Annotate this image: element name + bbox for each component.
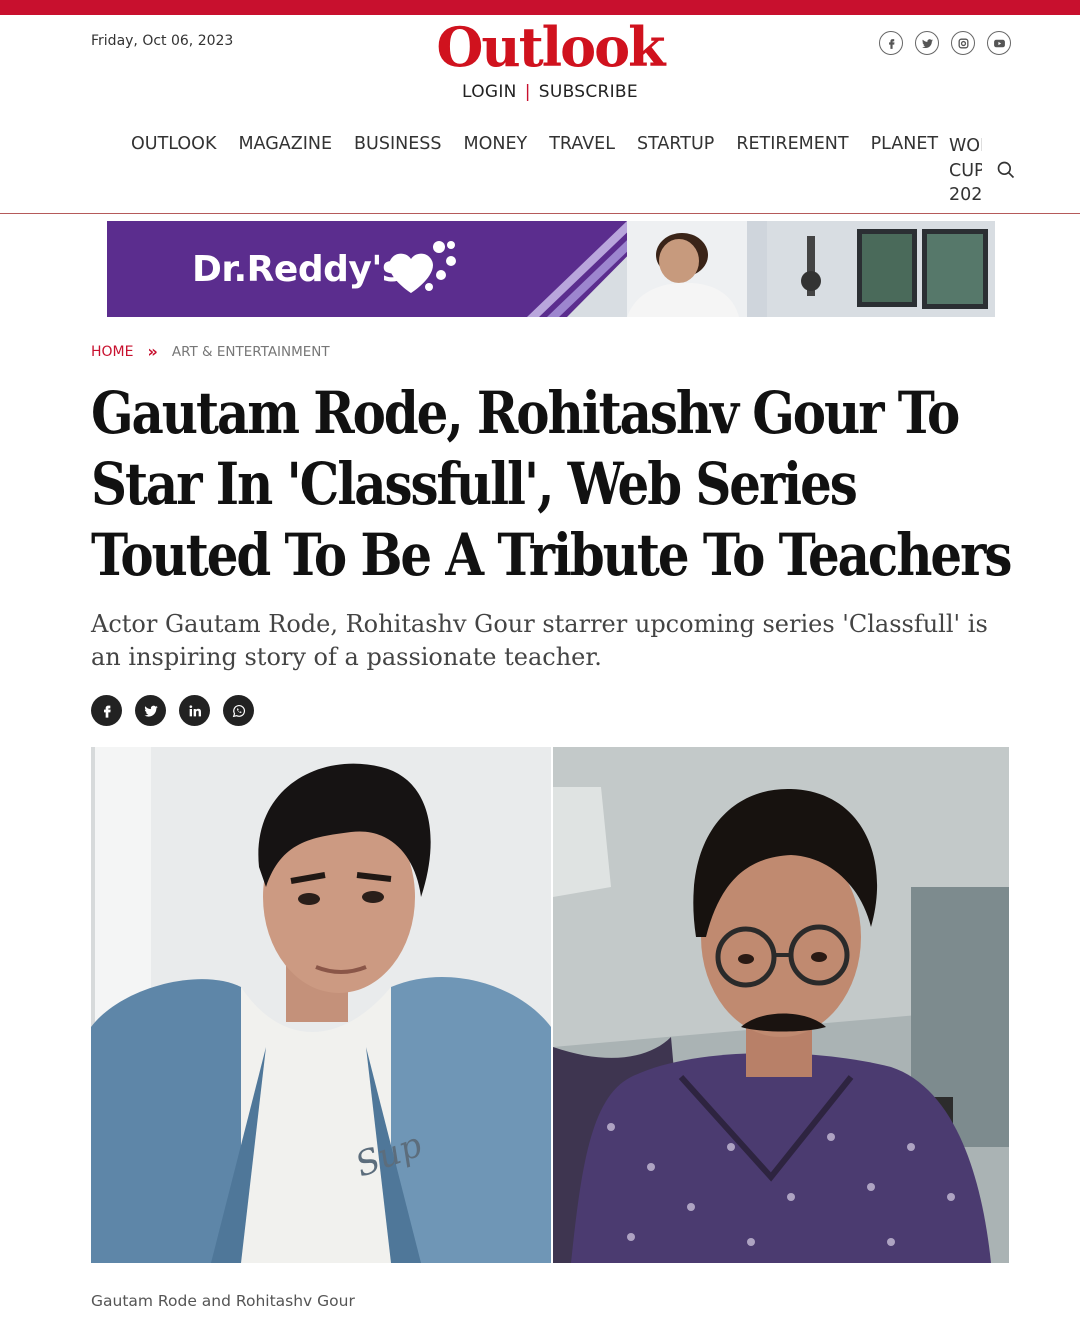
- breadcrumb-separator: »: [147, 342, 158, 361]
- article-hero-image: Sup: [91, 747, 1009, 1263]
- breadcrumb-category-link[interactable]: ART & ENTERTAINMENT: [172, 344, 330, 360]
- subscribe-link[interactable]: SUBSCRIBE: [539, 82, 638, 102]
- nav-item-travel[interactable]: TRAVEL: [549, 134, 615, 154]
- nav-item-business[interactable]: BUSINESS: [354, 134, 441, 154]
- nav-item-retirement[interactable]: RETIREMENT: [736, 134, 848, 154]
- nav-divider: [0, 213, 1080, 214]
- instagram-icon[interactable]: [951, 31, 975, 55]
- auth-divider: |: [524, 82, 531, 102]
- twitter-icon[interactable]: [915, 31, 939, 55]
- ad-brand-text: Dr.Reddy's: [192, 249, 403, 290]
- top-accent-bar: [0, 0, 1080, 15]
- outlook-logo[interactable]: Outlook: [412, 16, 688, 78]
- main-navigation: OUTLOOK MAGAZINE BUSINESS MONEY TRAVEL STARTU…: [131, 134, 938, 154]
- linkedin-icon[interactable]: [179, 695, 210, 726]
- twitter-icon[interactable]: [135, 695, 166, 726]
- facebook-icon[interactable]: [91, 695, 122, 726]
- auth-links: LOGIN | SUBSCRIBE: [0, 82, 1080, 102]
- whatsapp-icon[interactable]: [223, 695, 254, 726]
- nav-item-planet[interactable]: PLANET: [871, 134, 939, 154]
- nav-item-outlook[interactable]: OUTLOOK: [131, 134, 216, 154]
- nav-item-money[interactable]: MONEY: [463, 134, 527, 154]
- header-social-links: [879, 31, 1011, 55]
- search-icon[interactable]: [996, 160, 1016, 180]
- nav-item-world-cup[interactable]: WORLD CUP 2023: [949, 134, 982, 209]
- youtube-icon[interactable]: [987, 31, 1011, 55]
- article-headline: Gautam Rode, Rohitashv Gour To Star In '…: [91, 379, 1012, 589]
- ad-banner[interactable]: Dr.Reddy's: [107, 221, 995, 317]
- breadcrumb: HOME » ART & ENTERTAINMENT: [91, 342, 330, 361]
- nav-item-magazine[interactable]: MAGAZINE: [238, 134, 332, 154]
- article-subheadline: Actor Gautam Rode, Rohitashv Gour starre…: [91, 610, 988, 671]
- hero-photo-illustration: Sup: [91, 747, 1009, 1263]
- facebook-icon[interactable]: [879, 31, 903, 55]
- image-caption: Gautam Rode and Rohitashv Gour: [91, 1292, 355, 1310]
- current-date: Friday, Oct 06, 2023: [91, 33, 234, 49]
- login-link[interactable]: LOGIN: [462, 82, 517, 102]
- share-buttons: [91, 695, 254, 726]
- breadcrumb-home-link[interactable]: HOME: [91, 344, 133, 360]
- nav-item-startup[interactable]: STARTUP: [637, 134, 714, 154]
